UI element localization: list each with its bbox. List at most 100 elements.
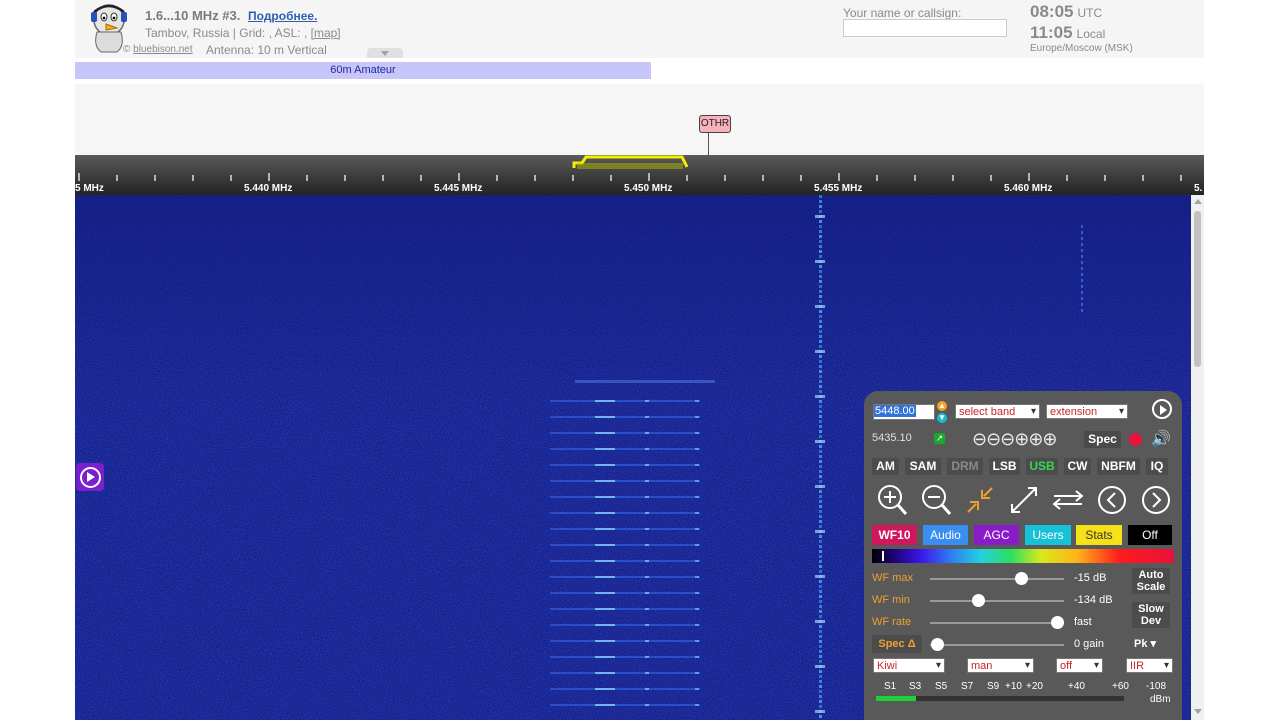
signal-streak bbox=[819, 355, 822, 358]
signal-streak bbox=[819, 490, 822, 493]
mode-drm[interactable]: DRM bbox=[947, 458, 983, 475]
zoom-out-icon[interactable] bbox=[918, 482, 954, 518]
signal-streak bbox=[595, 704, 615, 706]
wf-rate-knob[interactable] bbox=[1051, 616, 1065, 629]
zoom-in-icon[interactable] bbox=[874, 482, 910, 518]
control-panel: 5448.00 ▲ ▼ select band extension 5435.1… bbox=[864, 391, 1182, 720]
signal-streak bbox=[550, 416, 700, 418]
page-left-icon[interactable] bbox=[1094, 482, 1130, 518]
passband-fill bbox=[577, 163, 683, 169]
wf-rate-label: WF rate bbox=[872, 616, 912, 628]
map-link[interactable]: [map] bbox=[311, 26, 341, 40]
signal-streak bbox=[819, 475, 822, 478]
signal-streak bbox=[695, 512, 699, 514]
mode-sam[interactable]: SAM bbox=[905, 458, 941, 475]
wf-min-track[interactable] bbox=[930, 594, 1064, 607]
signal-streak bbox=[595, 656, 615, 658]
panel-toggle-button[interactable] bbox=[76, 463, 104, 491]
frequency-scale[interactable]: 5 MHz 5.440 MHz 5.445 MHz 5.450 MHz 5.45… bbox=[75, 155, 1204, 195]
signal-streak bbox=[550, 544, 700, 546]
wf10-button[interactable]: WF10 bbox=[872, 525, 917, 545]
signal-streak bbox=[595, 640, 615, 642]
spec-button[interactable]: Spec bbox=[1084, 431, 1121, 448]
waterfall-scrollbar[interactable] bbox=[1191, 195, 1204, 720]
zoom-max-out-icon[interactable] bbox=[1006, 482, 1042, 518]
wf-max-knob[interactable] bbox=[1015, 572, 1029, 585]
signal-streak bbox=[815, 215, 825, 218]
signal-streak bbox=[645, 464, 649, 466]
signal-streak bbox=[645, 400, 649, 402]
scroll-down-icon[interactable] bbox=[1194, 709, 1202, 714]
signal-streak bbox=[595, 672, 615, 674]
freq-up-icon[interactable]: ▲ bbox=[937, 401, 947, 411]
pk-select[interactable]: Pk ▾ bbox=[1134, 637, 1156, 650]
s-label-p20: +20 bbox=[1026, 681, 1043, 692]
signal-streak bbox=[819, 545, 822, 548]
scroll-up-icon[interactable] bbox=[1194, 199, 1202, 204]
band-bar-60m[interactable]: 60m Amateur bbox=[75, 62, 651, 79]
kiwi-select[interactable]: Kiwi bbox=[873, 658, 945, 673]
signal-streak bbox=[575, 380, 715, 383]
slow-dev-button[interactable]: Slow Dev bbox=[1132, 602, 1170, 628]
play-icon bbox=[1160, 405, 1167, 415]
signal-streak bbox=[819, 580, 822, 583]
iir-select[interactable]: IIR bbox=[1126, 658, 1173, 673]
speaker-icon[interactable]: 🔊 bbox=[1151, 429, 1171, 449]
spec-delta-knob[interactable] bbox=[930, 638, 944, 651]
details-link[interactable]: Подробнее. bbox=[248, 9, 317, 23]
signal-streak bbox=[695, 688, 699, 690]
scale-label-6: 5. bbox=[1194, 183, 1203, 194]
scroll-thumb[interactable] bbox=[1194, 211, 1201, 367]
mode-nbfm[interactable]: NBFM bbox=[1097, 458, 1140, 475]
extension-select[interactable]: extension bbox=[1046, 404, 1128, 419]
signal-streak bbox=[595, 592, 615, 594]
swap-arrows-icon[interactable] bbox=[1050, 482, 1086, 518]
dx-label-othr[interactable]: OTHR bbox=[699, 115, 731, 133]
signal-streak bbox=[815, 575, 825, 578]
bluebison-link[interactable]: bluebison.net bbox=[133, 44, 193, 55]
wf-max-slider[interactable]: WF max -15 dB bbox=[872, 569, 1176, 587]
stats-button[interactable]: Stats bbox=[1076, 525, 1122, 545]
wf-rate-slider[interactable]: WF rate fast bbox=[872, 613, 1176, 631]
signal-streak bbox=[550, 528, 700, 530]
frequency-value: 5448.00 bbox=[874, 405, 916, 417]
spec-delta-track[interactable] bbox=[930, 638, 1064, 651]
zoom-to-band-icon[interactable] bbox=[962, 482, 998, 518]
agc-button[interactable]: AGC bbox=[974, 525, 1019, 545]
signal-streak bbox=[819, 625, 822, 628]
wf-min-slider[interactable]: WF min -134 dB bbox=[872, 591, 1176, 609]
mode-cw[interactable]: CW bbox=[1064, 458, 1091, 475]
spec-delta-value: 0 gain bbox=[1074, 638, 1104, 650]
expand-header-chevron-icon[interactable] bbox=[367, 48, 403, 58]
open-external-icon[interactable]: ↗ bbox=[934, 433, 945, 444]
signal-streak bbox=[819, 435, 822, 438]
callsign-input[interactable] bbox=[843, 19, 1007, 37]
last-frequency[interactable]: 5435.10 bbox=[872, 432, 912, 444]
mode-iq[interactable]: IQ bbox=[1146, 458, 1168, 475]
wf-min-knob[interactable] bbox=[972, 594, 986, 607]
mode-am[interactable]: AM bbox=[872, 458, 899, 475]
band-select[interactable]: select band bbox=[955, 404, 1040, 419]
freq-down-icon[interactable]: ▼ bbox=[937, 413, 947, 423]
signal-streak bbox=[1081, 243, 1083, 246]
audio-button[interactable]: Audio bbox=[923, 525, 968, 545]
signal-streak bbox=[1081, 261, 1083, 264]
users-button[interactable]: Users bbox=[1025, 525, 1071, 545]
frequency-input[interactable]: 5448.00 bbox=[873, 404, 935, 420]
signal-streak bbox=[695, 416, 699, 418]
record-icon[interactable] bbox=[1129, 433, 1142, 446]
off-select[interactable]: off bbox=[1056, 658, 1103, 673]
mode-lsb[interactable]: LSB bbox=[989, 458, 1020, 475]
mode-usb[interactable]: USB bbox=[1026, 458, 1058, 475]
zoom-step-buttons[interactable]: ⊖⊖⊖⊕⊕⊕ bbox=[972, 429, 1057, 450]
wf-max-track[interactable] bbox=[930, 572, 1064, 585]
panel-play-button[interactable] bbox=[1152, 399, 1172, 419]
signal-streak bbox=[645, 544, 649, 546]
auto-scale-button[interactable]: Auto Scale bbox=[1132, 568, 1170, 594]
spec-delta-slider[interactable]: 0 gain bbox=[872, 635, 1132, 653]
wf-rate-track[interactable] bbox=[930, 616, 1065, 629]
page-right-icon[interactable] bbox=[1138, 482, 1174, 518]
off-button[interactable]: Off bbox=[1128, 525, 1172, 545]
signal-streak bbox=[819, 705, 822, 708]
man-select[interactable]: man bbox=[967, 658, 1034, 673]
